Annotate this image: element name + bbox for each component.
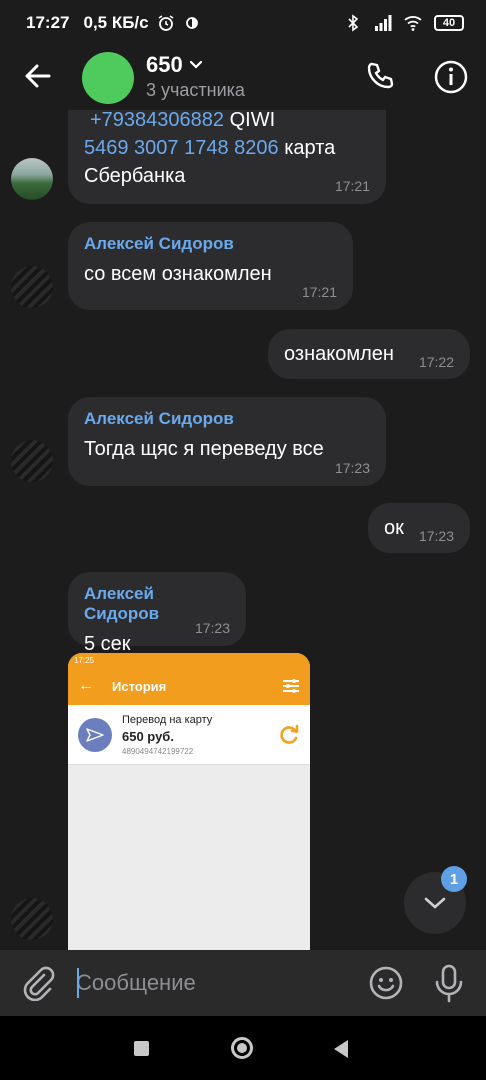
refresh-icon <box>280 724 299 744</box>
chat-header: 650 3 участника <box>0 46 486 110</box>
call-button[interactable] <box>360 56 400 96</box>
sender-avatar[interactable] <box>11 898 53 940</box>
sender-avatar[interactable] <box>11 266 53 308</box>
message-time: 17:23 <box>194 620 230 636</box>
filter-icon <box>283 679 299 693</box>
message-text: Тогда щяс я переведу все <box>84 438 324 460</box>
chat-subtitle: 3 участника <box>146 80 245 100</box>
send-icon <box>78 717 112 752</box>
message-composer <box>0 950 486 1016</box>
system-back-button[interactable] <box>334 1040 348 1058</box>
home-button[interactable] <box>231 1037 253 1059</box>
alarm-icon <box>158 15 174 31</box>
message-bubble[interactable]: Алексей Сидоров 5 сек 17:23 <box>68 572 246 655</box>
data-saver-icon <box>185 17 198 29</box>
status-time: 17:27 <box>26 13 70 32</box>
group-avatar[interactable] <box>82 52 134 104</box>
recent-apps-button[interactable] <box>134 1041 149 1056</box>
message-time: 17:21 <box>301 284 337 300</box>
screenshot-transfer-item: Перевод на карту 650 руб. 48904947421997… <box>68 705 310 765</box>
message-bubble[interactable]: Алексей Сидоров Тогда щяс я переведу все… <box>68 397 386 486</box>
chevron-down-icon <box>424 897 446 909</box>
message-text: со всем ознакомлен <box>84 263 272 285</box>
message-bubble-outgoing[interactable]: ознакомлен 17:22 <box>268 329 470 379</box>
sender-avatar[interactable] <box>11 440 53 482</box>
back-button[interactable] <box>20 58 56 94</box>
status-bar: 17:27 0,5 КБ/с 40 <box>0 0 486 46</box>
message-time: 17:23 <box>418 528 454 544</box>
paperclip-icon[interactable] <box>20 965 56 1001</box>
image-message[interactable]: 17:25 ← История Перевод на карту 650 руб… <box>68 653 310 950</box>
sender-name[interactable]: Алексей Сидоров <box>84 234 337 254</box>
chevron-down-icon <box>189 60 202 69</box>
text-cursor <box>77 968 79 998</box>
sender-avatar[interactable] <box>11 158 53 200</box>
info-button[interactable] <box>432 58 470 96</box>
emoji-icon[interactable] <box>368 965 404 1001</box>
chat-title[interactable]: 650 <box>146 52 203 78</box>
info-icon <box>434 60 468 94</box>
message-time: 17:23 <box>334 460 370 476</box>
chat-title-text: 650 <box>146 52 183 77</box>
phone-link[interactable]: +79384306882 <box>90 110 224 131</box>
message-time: 17:22 <box>418 354 454 370</box>
sender-name[interactable]: Алексей Сидоров <box>84 409 370 429</box>
arrow-left-icon: ← <box>78 677 94 694</box>
microphone-icon[interactable] <box>432 963 466 1003</box>
screenshot-status-bar: 17:25 <box>68 653 310 667</box>
card-number-link[interactable]: 5469 3007 1748 8206 <box>84 137 279 159</box>
phone-icon <box>367 62 394 89</box>
message-text: +79384306882 QIWI 5469 3007 1748 8206 ка… <box>84 110 336 187</box>
network-speed: 0,5 КБ/с <box>83 13 149 32</box>
screenshot-app-bar: ← История <box>68 667 310 705</box>
unread-badge: 1 <box>441 866 467 892</box>
message-input[interactable] <box>76 964 346 1002</box>
message-time: 17:21 <box>334 178 370 194</box>
signal-icon <box>375 15 392 31</box>
sender-name[interactable]: Алексей Сидоров <box>84 584 230 624</box>
wifi-icon <box>404 16 422 31</box>
message-bubble-outgoing[interactable]: ок 17:23 <box>368 503 470 553</box>
message-bubble[interactable]: Алексей Сидоров со всем ознакомлен 17:21 <box>68 222 353 310</box>
bluetooth-icon <box>348 14 359 32</box>
message-list[interactable]: +79384306882 QIWI 5469 3007 1748 8206 ка… <box>0 110 486 950</box>
screenshot-title: История <box>112 678 167 694</box>
system-nav-bar <box>0 1016 486 1080</box>
arrow-left-icon <box>25 64 51 88</box>
message-bubble[interactable]: +79384306882 QIWI 5469 3007 1748 8206 ка… <box>68 110 386 204</box>
battery-icon: 40 <box>434 15 464 31</box>
